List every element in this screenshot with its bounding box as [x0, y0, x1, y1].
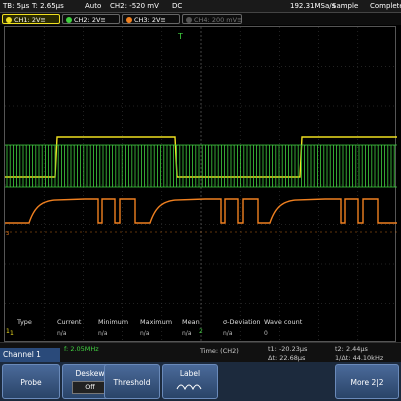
channel-tab-label: CH1: 2V≡ [14, 16, 46, 24]
meas-mean: n/a [182, 330, 192, 337]
meas-header-wavecount: Wave count [264, 318, 303, 326]
meas-sigma: n/a [223, 330, 233, 337]
ch3-indicator [126, 17, 132, 23]
label-wave-icon [176, 384, 202, 391]
meas-header-current: Current [57, 318, 82, 326]
acquisition-status: Complete [370, 2, 401, 10]
channel-tab-ch3[interactable]: CH3: 2V≡ [122, 14, 180, 24]
trigger-level[interactable]: CH2: -520 mV [110, 0, 159, 12]
waveform-display[interactable]: T 3 1 2 [4, 26, 397, 343]
meas-maximum: n/a [140, 330, 150, 337]
ch1-indicator [6, 17, 12, 23]
softkey-label: More 2|2 [350, 378, 384, 387]
meas-header-sigma: σ-Deviation [223, 318, 261, 326]
ch2-offset-marker[interactable]: 2 [199, 328, 203, 335]
channel-tab-ch2[interactable]: CH2: 2V≡ [62, 14, 120, 24]
trigger-position[interactable]: T: 2.65µs [32, 0, 64, 12]
channel-tab-ch1[interactable]: CH1: 2V≡ [2, 14, 60, 24]
channel-tab-label: CH4: 200 mV≡ [194, 16, 243, 24]
channel-tab-ch4[interactable]: CH4: 200 mV≡ [182, 14, 243, 24]
meas-minimum: n/a [98, 330, 108, 337]
trigger-marker[interactable]: T [177, 32, 183, 41]
channel-tab-label: CH3: 2V≡ [134, 16, 166, 24]
channel-tab-label: CH2: 2V≡ [74, 16, 106, 24]
ch3-offset-marker[interactable]: 3 [6, 231, 9, 237]
softkey-label: Threshold [113, 378, 151, 387]
channel-bar: CH1: 2V≡ CH2: 2V≡ CH3: 2V≡ CH4: 200 mV≡ [0, 13, 401, 25]
meas-wavecount: 0 [264, 330, 268, 337]
probe-softkey[interactable]: Probe [2, 364, 60, 399]
waveform-canvas: T 3 1 2 [5, 27, 397, 343]
cursor-info-bar: f: 2.05MHz Time: (CH2) t1: -20.23µs t2: … [0, 342, 401, 363]
deskew-value: Off [72, 381, 108, 394]
ch4-indicator [186, 17, 192, 23]
softkey-label: Probe [20, 378, 42, 387]
status-bar: TB: 5µs T: 2.65µs Auto CH2: -520 mV DC 1… [0, 0, 401, 13]
cursor-inverse-delta-t: 1/Δt: 44.10kHz [335, 354, 384, 362]
cursor-t1: t1: -20.23µs [268, 345, 308, 353]
meas-current: n/a [57, 330, 67, 337]
threshold-softkey[interactable]: Threshold [104, 364, 160, 399]
meas-header-mean: Mean [182, 318, 200, 326]
sample-rate: 192.31MSa/s [290, 2, 336, 10]
meas-header-minimum: Minimum [98, 318, 129, 326]
cursor-delta-t: Δt: 22.68µs [268, 354, 306, 362]
ch2-indicator [66, 17, 72, 23]
cursor-t2: t2: 2.44µs [335, 345, 368, 353]
timebase[interactable]: TB: 5µs [3, 0, 29, 12]
softkey-bar: Probe Deskew Off Threshold Label More 2|… [0, 362, 401, 401]
meas-row-index: 1 [10, 330, 14, 337]
cursor-source[interactable]: Time: (CH2) [200, 347, 239, 355]
more-softkey[interactable]: More 2|2 [335, 364, 399, 399]
label-softkey[interactable]: Label [162, 364, 218, 399]
meas-header-type: Type [17, 318, 32, 326]
softkey-label: Label [179, 369, 201, 378]
meas-header-maximum: Maximum [140, 318, 173, 326]
acquisition-mode: Sample [332, 2, 359, 10]
trigger-mode[interactable]: Auto [85, 0, 101, 12]
channel-menu-title: Channel 1 [0, 348, 60, 362]
frequency-readout: f: 2.05MHz [64, 345, 99, 353]
trigger-coupling: DC [172, 2, 183, 10]
